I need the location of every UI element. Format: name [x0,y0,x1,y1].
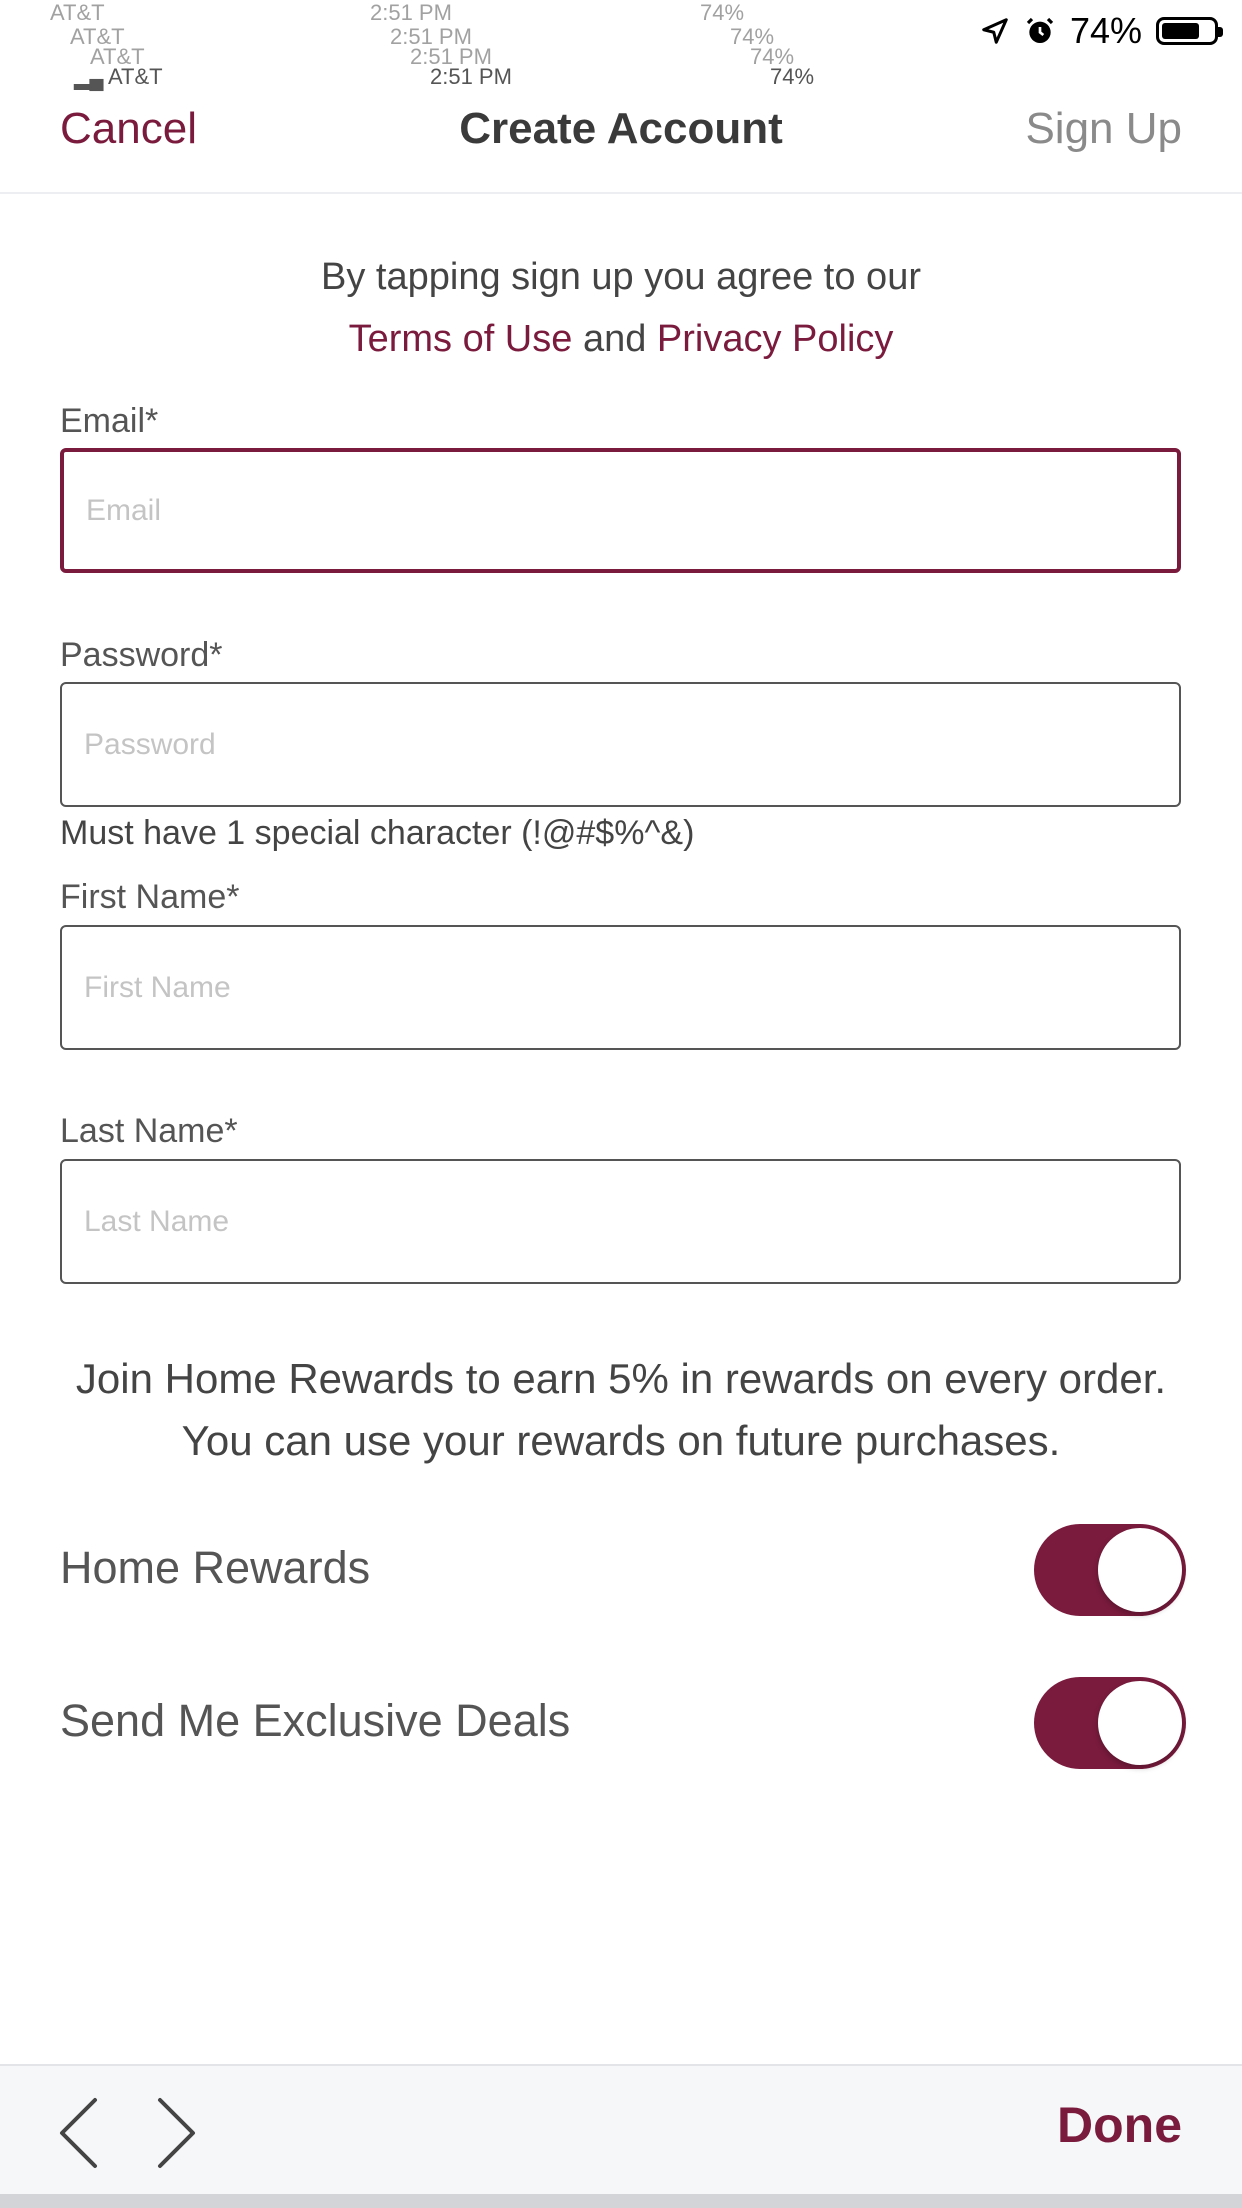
sign-up-button[interactable]: Sign Up [1025,104,1182,154]
first-name-field[interactable] [62,927,1179,1048]
email-field[interactable] [64,452,1177,569]
ghost-time: 2:51 PM [370,0,452,22]
exclusive-deals-toggle[interactable] [1034,1677,1186,1769]
ghost-battery: 74% [750,44,795,66]
keyboard-top-edge [0,2194,1242,2208]
ghost-time: 2:51 PM [390,24,472,46]
ghost-battery: 74% [730,24,775,46]
terms-of-use-link[interactable]: Terms of Use [349,318,573,360]
password-field[interactable] [62,684,1179,805]
last-name-field-container[interactable] [60,1159,1181,1284]
password-hint: Must have 1 special character (!@#$%^&) [60,814,695,852]
signal-icon: ▂▄ [74,68,104,90]
battery-percent: 74% [1069,10,1142,51]
password-label: Password* [60,636,223,674]
carrier-label: AT&T [108,64,163,89]
ghost-carrier: AT&T [50,0,105,22]
keyboard-accessory-bar: Done [0,2064,1242,2196]
alarm-icon [1026,17,1054,43]
status-bar-right: 74% [980,10,1223,52]
email-field-container[interactable] [60,448,1181,573]
home-rewards-toggle[interactable] [1034,1524,1186,1616]
privacy-policy-link[interactable]: Privacy Policy [657,318,894,360]
rewards-description: Join Home Rewards to earn 5% in rewards … [75,1355,1167,1464]
chevron-left-icon[interactable] [40,2096,120,2170]
toggle-knob [1098,1528,1182,1612]
agreement-text: By tapping sign up you agree to our [321,256,921,298]
terms-agreement: By tapping sign up you agree to our Term… [0,246,1242,370]
chevron-right-icon[interactable] [135,2096,215,2170]
home-rewards-label: Home Rewards [60,1542,371,1593]
exclusive-deals-label: Send Me Exclusive Deals [60,1695,571,1746]
ghost-carrier: AT&T [70,24,125,46]
agreement-links: Terms of Use and Privacy Policy [0,308,1242,370]
battery-icon [1156,17,1223,45]
password-field-container[interactable] [60,682,1181,807]
ghost-battery: 74% [700,0,745,22]
email-label: Email* [60,402,159,440]
time-label: 2:51 PM [430,64,512,89]
status-bar-secondary: ▂▄ AT&T 2:51 PM 74% [0,64,1242,94]
ghost-time: 2:51 PM [410,44,492,66]
last-name-field[interactable] [62,1161,1179,1282]
last-name-label: Last Name* [60,1112,238,1150]
toggle-knob [1098,1681,1182,1765]
first-name-field-container[interactable] [60,925,1181,1050]
ghost-carrier: AT&T [90,44,145,66]
location-arrow-icon [982,18,1008,44]
done-button[interactable]: Done [1057,2096,1182,2154]
agreement-and: and [582,318,647,360]
battery-label: 74% [770,64,815,89]
navigation-bar: Create Account Cancel Sign Up [0,96,1242,194]
status-bar: AT&T 2:51 PM 74% AT&T 2:51 PM 74% AT&T 2… [0,0,1242,66]
cancel-button[interactable]: Cancel [60,104,197,154]
first-name-label: First Name* [60,878,240,916]
